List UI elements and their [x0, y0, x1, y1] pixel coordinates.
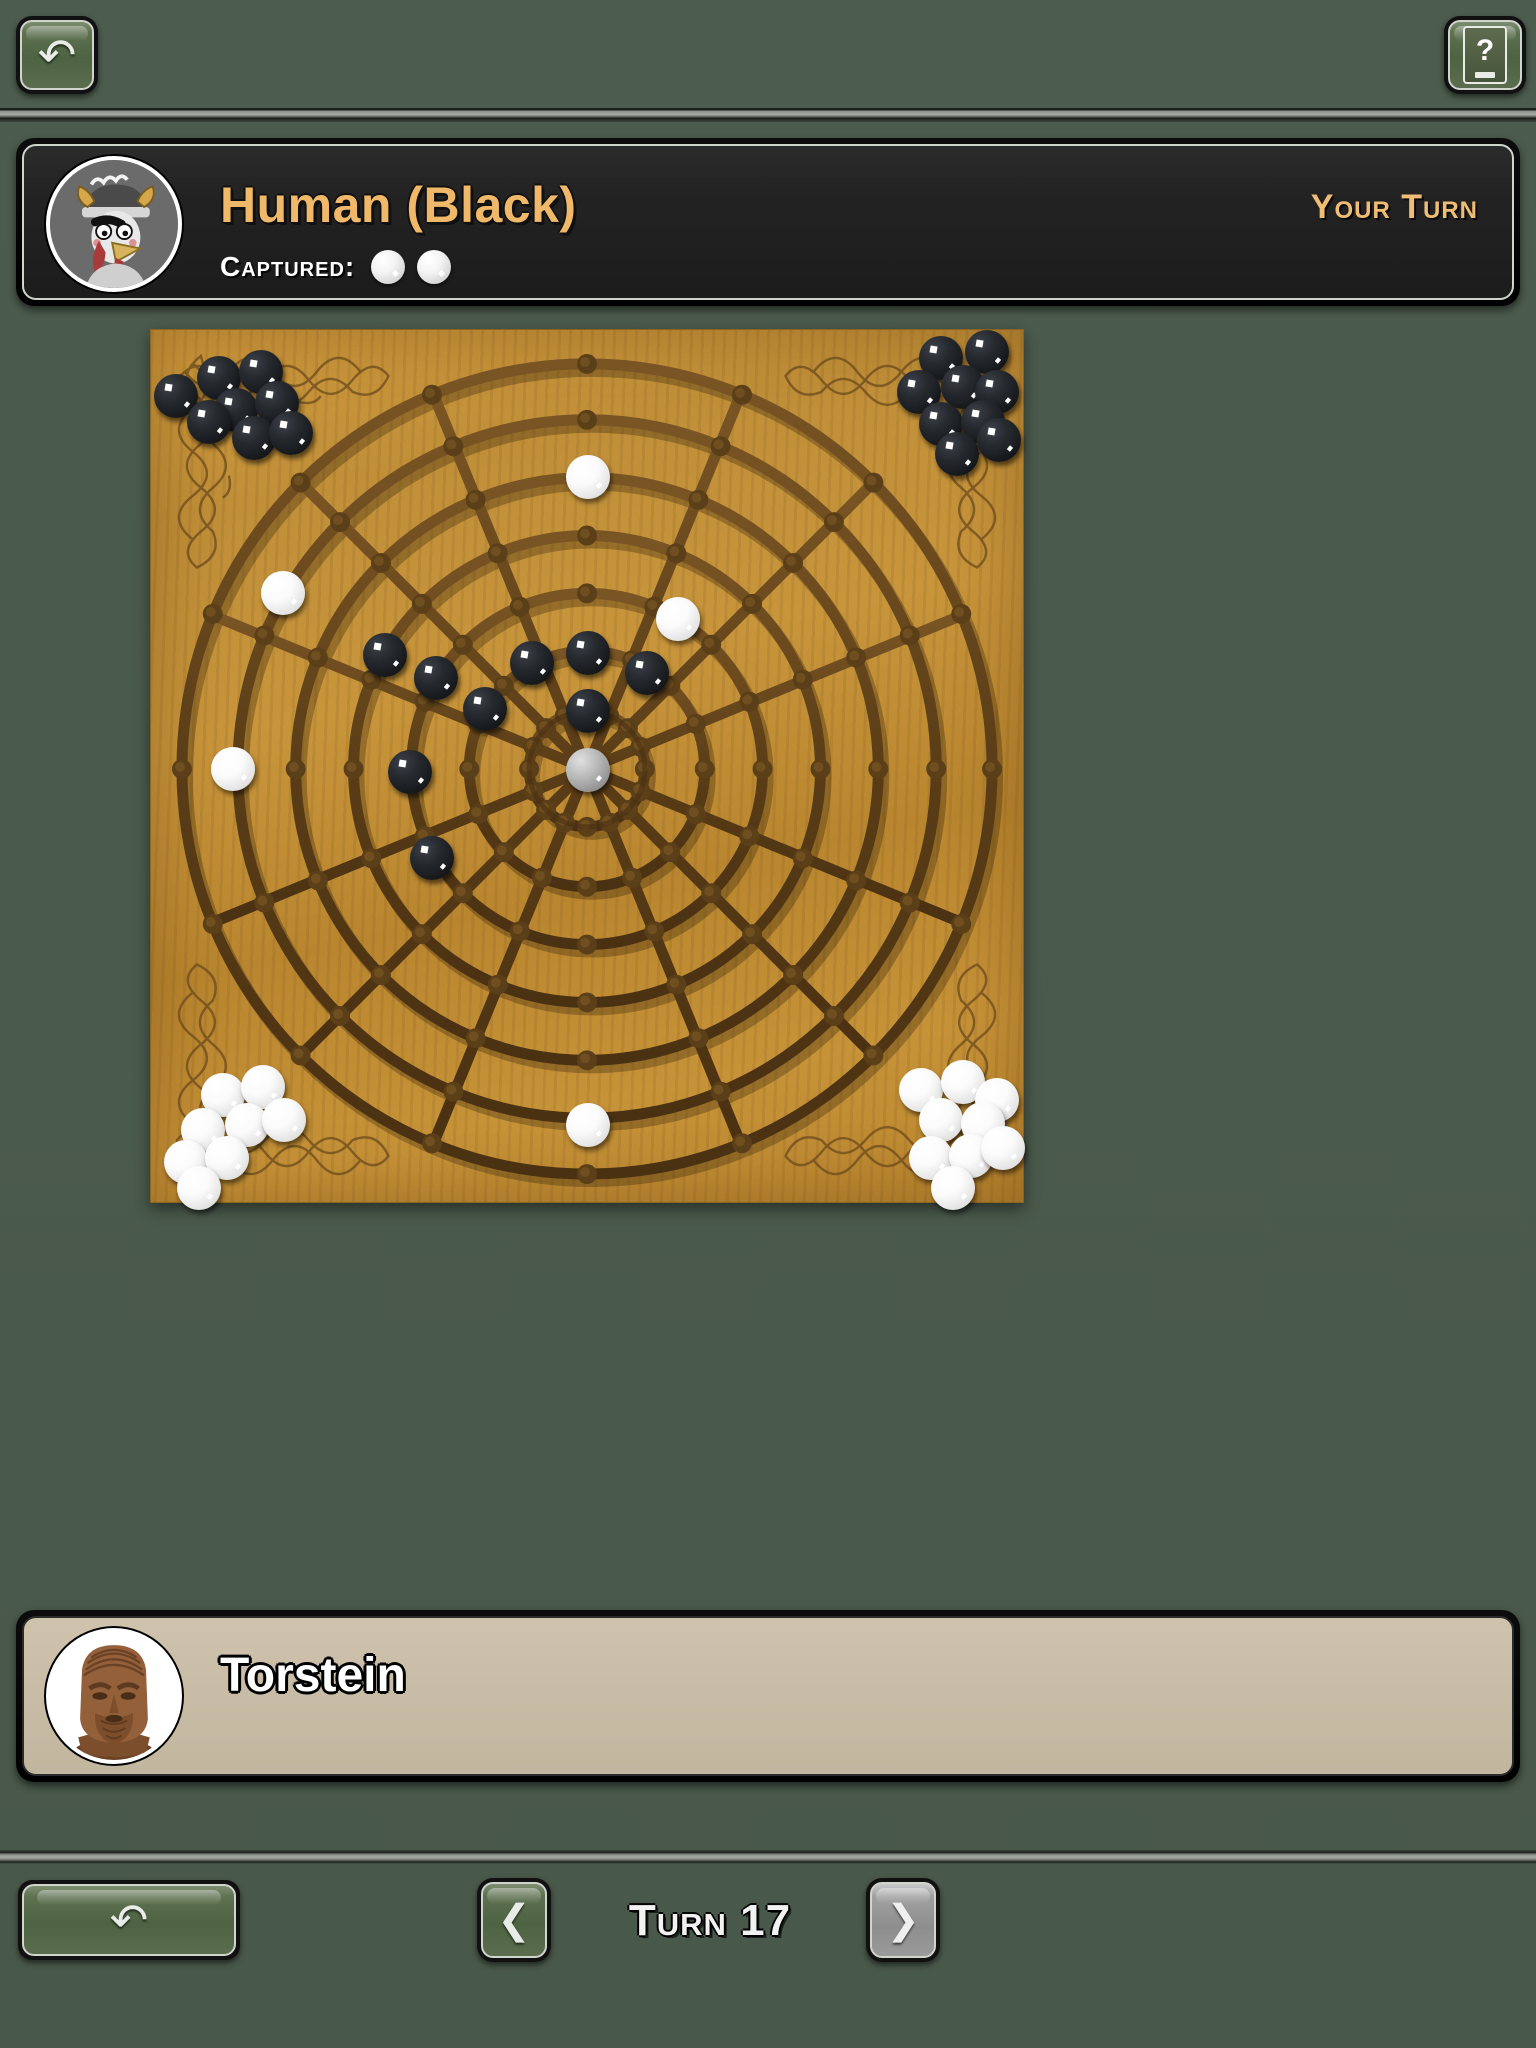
turn-status: Your Turn — [1310, 188, 1478, 226]
game-screen: ↶ ? Human (Black) Your Turn Captured: To… — [0, 0, 1536, 2048]
previous-turn-button[interactable]: ❮ — [477, 1878, 551, 1962]
board-piece-black[interactable] — [410, 836, 454, 880]
bottom-divider — [0, 1850, 1536, 1864]
undo-move-button[interactable]: ↶ — [18, 1880, 240, 1960]
opponent-name: Torstein — [220, 1649, 406, 1702]
board-piece-white[interactable] — [211, 747, 255, 791]
turn-counter: Turn 17 — [628, 1896, 792, 1945]
board-piece-black[interactable] — [463, 687, 507, 731]
carved-viking-head-avatar — [50, 1632, 178, 1760]
board-piece-black[interactable] — [625, 651, 669, 695]
board-piece-white[interactable] — [656, 597, 700, 641]
game-board[interactable] — [150, 329, 1025, 1210]
captured-piece — [417, 250, 452, 284]
board-piece-white[interactable] — [566, 455, 610, 499]
captured-row: Captured: — [220, 250, 452, 284]
avatar[interactable] — [46, 1628, 182, 1764]
chevron-right-icon: ❯ — [886, 1898, 920, 1942]
opponent-info-panel: Torstein — [16, 1610, 1520, 1782]
board-piece-white[interactable] — [566, 1103, 610, 1147]
game-board-container[interactable] — [150, 329, 1025, 1210]
board-piece-black[interactable] — [388, 750, 432, 794]
undo-button-top[interactable]: ↶ — [16, 16, 98, 94]
captured-pieces — [371, 250, 452, 284]
top-divider — [0, 108, 1536, 122]
board-piece-black[interactable] — [414, 656, 458, 700]
top-toolbar — [0, 0, 1536, 108]
board-piece-black[interactable] — [566, 689, 610, 733]
undo-arrow-icon: ↶ — [109, 1894, 149, 1946]
board-piece-white[interactable] — [261, 571, 305, 615]
avatar[interactable] — [46, 156, 182, 292]
next-turn-button: ❯ — [866, 1878, 940, 1962]
captured-piece — [371, 250, 406, 284]
player-info-panel: Human (Black) Your Turn Captured: — [16, 138, 1520, 306]
king-piece[interactable] — [566, 748, 610, 792]
board-piece-black[interactable] — [363, 633, 407, 677]
undo-arrow-icon: ↶ — [37, 29, 77, 81]
captured-label: Captured: — [220, 251, 356, 282]
chevron-left-icon: ❮ — [497, 1898, 531, 1942]
help-button[interactable]: ? — [1444, 16, 1526, 94]
board-piece-black[interactable] — [566, 631, 610, 675]
rooster-viking-avatar — [50, 160, 178, 288]
help-question-icon: ? — [1463, 26, 1507, 84]
board-piece-black[interactable] — [510, 641, 554, 685]
player-name: Human (Black) — [220, 177, 577, 233]
